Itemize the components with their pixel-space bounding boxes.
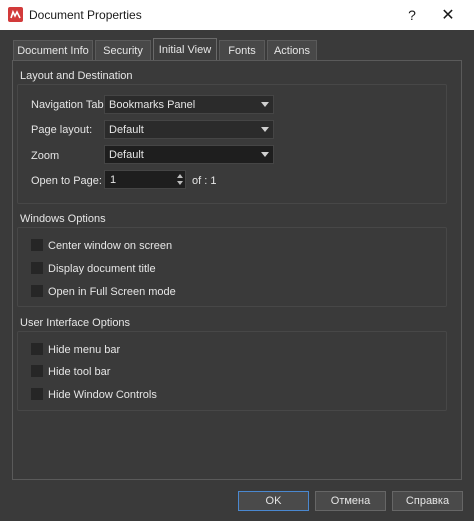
zoom-label: Zoom <box>31 150 60 162</box>
page-layout-label: Page layout: <box>31 124 93 136</box>
windows-group-title: Windows Options <box>20 213 106 225</box>
full-screen-checkbox[interactable] <box>31 285 43 297</box>
hide-tool-bar-label[interactable]: Hide tool bar <box>48 366 110 378</box>
display-title-label[interactable]: Display document title <box>48 263 156 275</box>
ui-group-title: User Interface Options <box>20 317 131 329</box>
center-window-checkbox[interactable] <box>31 239 43 251</box>
tab-actions[interactable]: Actions <box>267 40 317 60</box>
window-title: Document Properties <box>29 8 142 22</box>
spin-up-icon[interactable] <box>177 174 183 178</box>
full-screen-label[interactable]: Open in Full Screen mode <box>48 286 176 298</box>
display-title-checkbox[interactable] <box>31 262 43 274</box>
open-to-page-label: Open to Page: <box>31 175 102 187</box>
help-title-button[interactable]: ? <box>400 0 424 30</box>
zoom-select[interactable]: Default <box>104 145 274 164</box>
open-to-page-spinbox[interactable]: 1 <box>104 170 186 189</box>
open-to-page-value: 1 <box>110 173 117 186</box>
zoom-value: Default <box>109 148 144 161</box>
help-button[interactable]: Справка <box>392 491 463 511</box>
close-icon[interactable]: ✕ <box>428 0 468 30</box>
ok-button[interactable]: OK <box>238 491 309 511</box>
chevron-down-icon <box>261 152 269 157</box>
title-bar: Document Properties ? ✕ <box>0 0 474 30</box>
logo-glyph-icon <box>10 10 21 19</box>
chevron-down-icon <box>261 127 269 132</box>
page-count-text: of : 1 <box>192 175 217 187</box>
center-window-label[interactable]: Center window on screen <box>48 240 172 252</box>
hide-tool-bar-checkbox[interactable] <box>31 365 43 377</box>
tab-security[interactable]: Security <box>95 40 151 60</box>
layout-group-title: Layout and Destination <box>20 70 133 82</box>
navigation-tab-value: Bookmarks Panel <box>109 98 196 111</box>
app-logo-icon <box>8 7 23 22</box>
hide-menu-bar-checkbox[interactable] <box>31 343 43 355</box>
navigation-tab-select[interactable]: Bookmarks Panel <box>104 95 274 114</box>
hide-window-controls-label[interactable]: Hide Window Controls <box>48 389 157 401</box>
tab-document-info[interactable]: Document Info <box>13 40 93 60</box>
hide-window-controls-checkbox[interactable] <box>31 388 43 400</box>
tab-fonts[interactable]: Fonts <box>219 40 265 60</box>
page-layout-select[interactable]: Default <box>104 120 274 139</box>
chevron-down-icon <box>261 102 269 107</box>
navigation-tab-label: Navigation Tab: <box>31 99 107 111</box>
hide-menu-bar-label[interactable]: Hide menu bar <box>48 344 120 356</box>
page-layout-value: Default <box>109 123 144 136</box>
cancel-button[interactable]: Отмена <box>315 491 386 511</box>
spin-down-icon[interactable] <box>177 181 183 185</box>
tab-initial-view[interactable]: Initial View <box>153 38 217 60</box>
